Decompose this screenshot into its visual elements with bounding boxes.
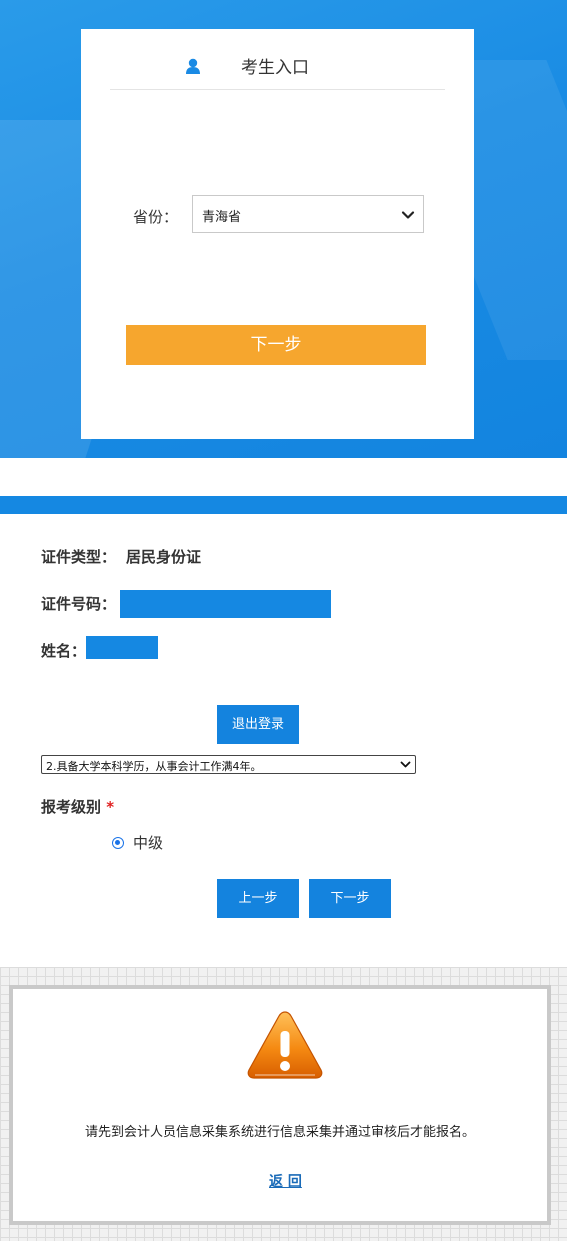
level-intermediate-radio[interactable]: [112, 837, 124, 849]
notice-message: 请先到会计人员信息采集系统进行信息采集并通过审核后才能报名。: [84, 1125, 475, 1140]
id-type-label: 证件类型：: [41, 548, 117, 566]
identity-form: 证件类型： 居民身份证 证件号码： 姓名： 退出登录 2.具备大学本科学历，从事…: [0, 496, 567, 936]
id-number-redacted: [120, 590, 331, 618]
qualification-select-value: 2.具备大学本科学历，从事会计工作满4年。: [46, 760, 262, 773]
login-card: 考生入口 省份： 青海省 下一步: [81, 29, 474, 439]
prev-step-button[interactable]: 上一步: [217, 879, 299, 918]
warning-icon: [247, 1011, 323, 1079]
login-next-button[interactable]: 下一步: [126, 325, 426, 365]
header-bar: [0, 496, 567, 514]
id-number-label: 证件号码：: [41, 595, 117, 613]
radio-checked-dot: [115, 840, 120, 845]
required-mark: *: [106, 798, 115, 816]
name-redacted: [86, 636, 158, 659]
login-card-header: 考生入口: [110, 29, 445, 90]
notice-dialog: 请先到会计人员信息采集系统进行信息采集并通过审核后才能报名。 返 回: [9, 985, 551, 1225]
login-panel-background: 考生入口 省份： 青海省 下一步: [0, 0, 567, 458]
exam-level-label: 报考级别 *: [41, 796, 114, 817]
notice-background: 请先到会计人员信息采集系统进行信息采集并通过审核后才能报名。 返 回: [0, 967, 567, 1241]
name-label: 姓名：: [41, 642, 87, 660]
qualification-select[interactable]: 2.具备大学本科学历，从事会计工作满4年。: [41, 755, 416, 774]
logout-button[interactable]: 退出登录: [217, 705, 299, 744]
level-intermediate-label[interactable]: 中级: [133, 832, 163, 853]
login-title: 考生入口: [241, 58, 309, 78]
province-select-value: 青海省: [202, 210, 242, 225]
back-link[interactable]: 返 回: [269, 1171, 302, 1191]
id-type-value: 居民身份证: [126, 548, 202, 566]
province-select[interactable]: 青海省: [192, 195, 424, 233]
exam-level-label-text: 报考级别: [41, 798, 102, 816]
chevron-down-icon: [401, 211, 415, 219]
next-step-button[interactable]: 下一步: [309, 879, 391, 918]
chevron-down-icon: [400, 761, 411, 768]
user-icon: [186, 58, 200, 74]
province-label: 省份：: [133, 208, 179, 226]
